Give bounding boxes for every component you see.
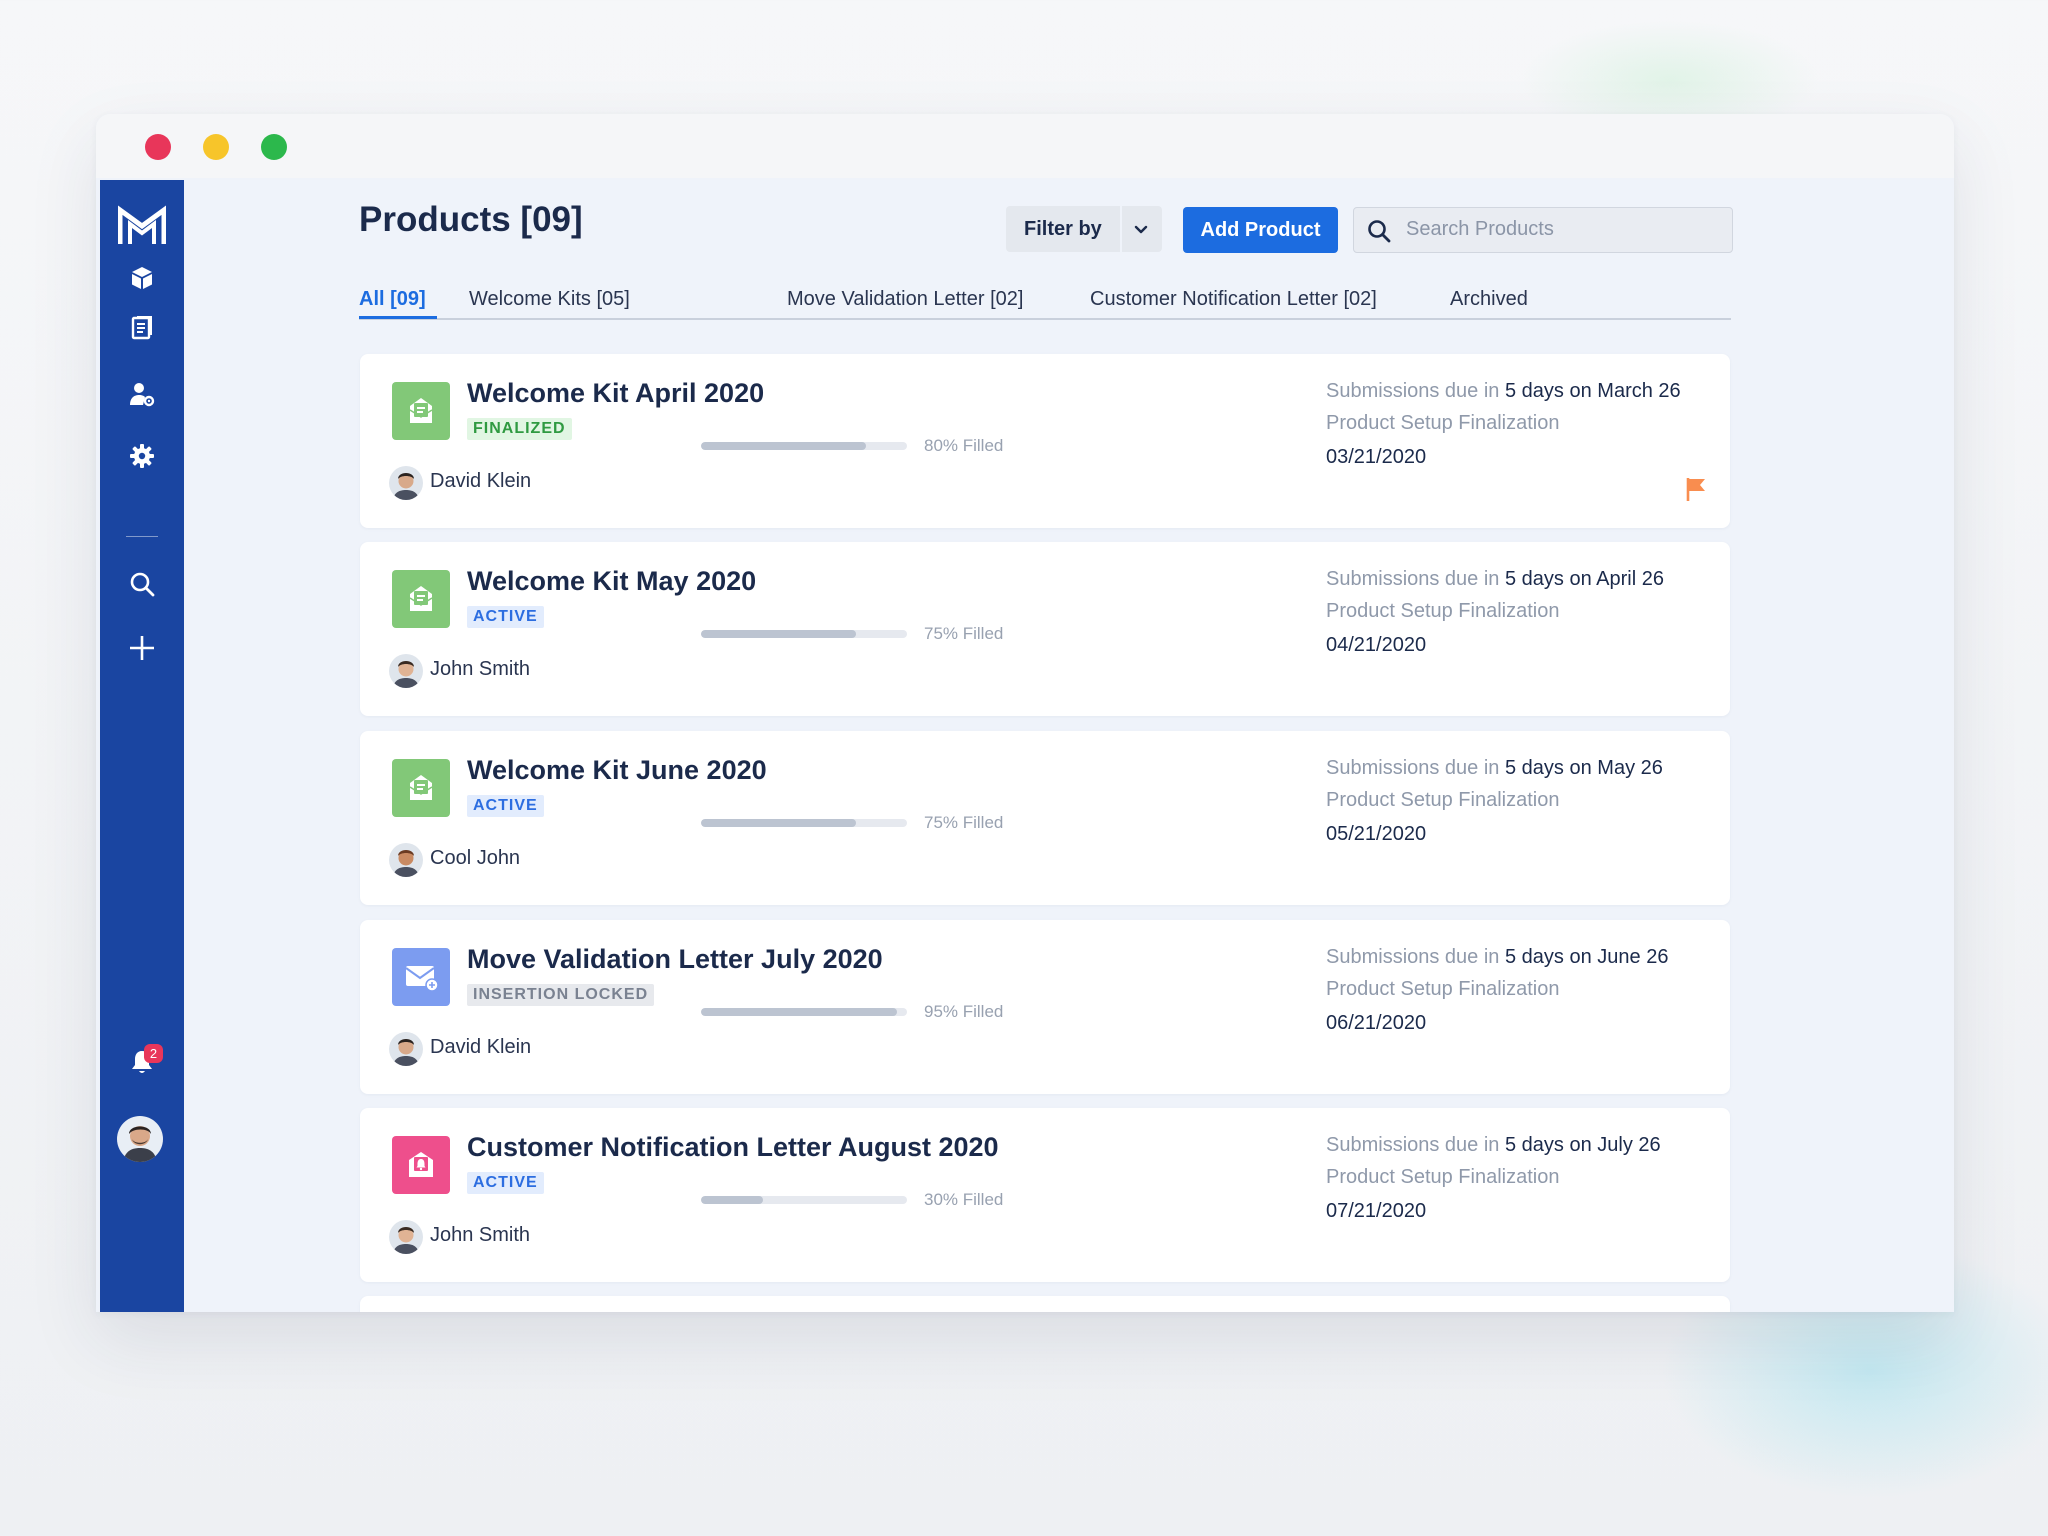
owner-avatar	[389, 1220, 423, 1254]
progress-label: 75% Filled	[924, 813, 1004, 832]
search-icon	[1368, 220, 1391, 243]
due-info: Submissions due in 5 days on June 26	[1326, 946, 1668, 969]
progress-bar	[701, 630, 907, 638]
stage-label: Product Setup Finalization	[1326, 412, 1560, 434]
due-prefix: Submissions due in	[1326, 757, 1500, 779]
progress-fill	[701, 1008, 897, 1016]
due-info: Submissions due in 5 days on April 26	[1326, 568, 1664, 591]
owner-avatar	[389, 843, 423, 877]
filter-separator	[1120, 206, 1122, 252]
page-title: Products [09]	[359, 200, 583, 239]
product-card[interactable]: Welcome Kit June 2020 ACTIVE 75% Filled …	[360, 731, 1730, 905]
owner-name: David Klein	[430, 470, 532, 492]
progress-bar	[701, 1196, 907, 1204]
due-info: Submissions due in 5 days on May 26	[1326, 757, 1663, 780]
due-date: 03/21/2020	[1326, 446, 1427, 468]
tab-all[interactable]: All [09]	[359, 288, 426, 311]
due-info: Submissions due in 5 days on March 26	[1326, 380, 1681, 403]
tab-welcome-kits[interactable]: Welcome Kits [05]	[469, 288, 630, 311]
progress-bar	[701, 442, 907, 450]
progress-fill	[701, 630, 856, 638]
due-info: Submissions due in 5 days on July 26	[1326, 1134, 1661, 1157]
tab-customer-notification-letter[interactable]: Customer Notification Letter [02]	[1090, 288, 1377, 311]
main-content: Products [09] Filter by Add Product All …	[96, 178, 1954, 1312]
due-value: 5 days on March 26	[1505, 380, 1681, 402]
due-value: 5 days on May 26	[1505, 757, 1663, 779]
product-title[interactable]: Customer Notification Letter August 2020	[467, 1132, 999, 1163]
product-card[interactable]: Customer Notification Letter August 2020…	[360, 1108, 1730, 1282]
owner-avatar	[389, 1032, 423, 1066]
due-date: 05/21/2020	[1326, 823, 1427, 845]
due-prefix: Submissions due in	[1326, 568, 1500, 590]
progress-bar	[701, 819, 907, 827]
stage-label: Product Setup Finalization	[1326, 600, 1560, 622]
welcome-kit-icon	[392, 759, 450, 817]
tab-move-validation-letter[interactable]: Move Validation Letter [02]	[787, 288, 1023, 311]
owner-name: John Smith	[430, 658, 531, 680]
search-input[interactable]	[1406, 214, 1716, 244]
window-close-button[interactable]	[145, 134, 171, 160]
notification-letter-icon	[392, 1136, 450, 1194]
due-prefix: Submissions due in	[1326, 1134, 1500, 1156]
product-title[interactable]: Welcome Kit May 2020	[467, 566, 756, 597]
status-badge: ACTIVE	[467, 795, 544, 817]
product-title[interactable]: Move Validation Letter July 2020	[467, 944, 883, 975]
tab-archived[interactable]: Archived	[1450, 288, 1528, 311]
stage-label: Product Setup Finalization	[1326, 978, 1560, 1000]
product-title[interactable]: Welcome Kit June 2020	[467, 755, 767, 786]
due-value: 5 days on June 26	[1505, 946, 1669, 968]
progress-fill	[701, 1196, 763, 1204]
product-card[interactable]: Move Validation Letter July 2020 INSERTI…	[360, 920, 1730, 1094]
progress-label: 75% Filled	[924, 624, 1004, 643]
due-value: 5 days on April 26	[1505, 568, 1664, 590]
product-card[interactable]: Welcome Kit April 2020 FINALIZED 80% Fil…	[360, 354, 1730, 528]
mail-icon	[392, 948, 450, 1006]
stage-label: Product Setup Finalization	[1326, 1166, 1560, 1188]
due-date: 04/21/2020	[1326, 634, 1427, 656]
stage-label: Product Setup Finalization	[1326, 789, 1560, 811]
window-titlebar	[96, 114, 1954, 178]
filter-dropdown[interactable]: Filter by	[1006, 206, 1162, 252]
window-maximize-button[interactable]	[261, 134, 287, 160]
welcome-kit-icon	[392, 570, 450, 628]
owner-name: John Smith	[430, 1224, 531, 1246]
welcome-kit-icon	[392, 382, 450, 440]
status-badge: ACTIVE	[467, 1172, 544, 1194]
owner-name: Cool John	[430, 847, 521, 869]
progress-label: 30% Filled	[924, 1190, 1004, 1209]
window-minimize-button[interactable]	[203, 134, 229, 160]
filter-label: Filter by	[1024, 218, 1102, 240]
search-box	[1353, 207, 1733, 253]
progress-label: 80% Filled	[924, 436, 1004, 455]
flag-icon[interactable]	[1684, 476, 1708, 502]
tab-bar: All [09] Welcome Kits [05] Move Validati…	[359, 274, 1731, 320]
active-tab-indicator	[359, 316, 437, 319]
app-window: 2 Products [09] Filter by Add Product Se…	[96, 114, 1954, 1312]
progress-bar	[701, 1008, 907, 1016]
owner-avatar	[389, 466, 423, 500]
due-date: 06/21/2020	[1326, 1012, 1427, 1034]
owner-avatar	[389, 654, 423, 688]
due-value: 5 days on July 26	[1505, 1134, 1661, 1156]
due-date: 07/21/2020	[1326, 1200, 1427, 1222]
status-badge: INSERTION LOCKED	[467, 984, 655, 1006]
progress-fill	[701, 819, 856, 827]
status-badge: FINALIZED	[467, 418, 572, 440]
product-card[interactable]: Welcome Kit May 2020 ACTIVE 75% Filled J…	[360, 542, 1730, 716]
due-prefix: Submissions due in	[1326, 380, 1500, 402]
chevron-down-icon	[1134, 225, 1148, 234]
product-card-partial[interactable]	[360, 1296, 1730, 1312]
owner-name: David Klein	[430, 1036, 532, 1058]
due-prefix: Submissions due in	[1326, 946, 1500, 968]
progress-label: 95% Filled	[924, 1002, 1004, 1021]
status-badge: ACTIVE	[467, 606, 544, 628]
add-product-button[interactable]: Add Product	[1183, 207, 1338, 253]
progress-fill	[701, 442, 866, 450]
product-title[interactable]: Welcome Kit April 2020	[467, 378, 764, 409]
